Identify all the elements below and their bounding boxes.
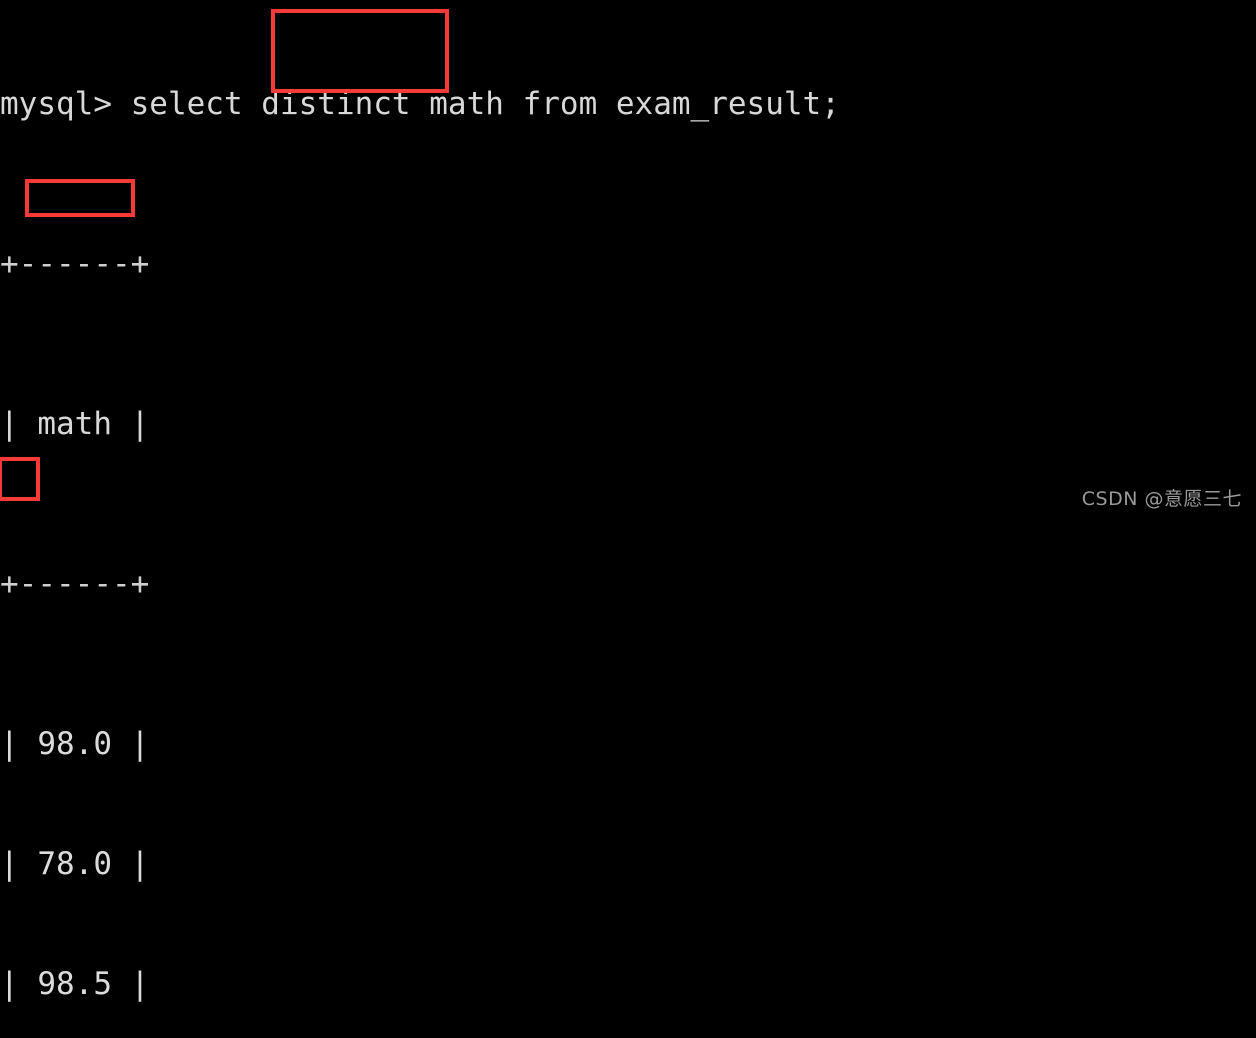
terminal-window: mysql> select distinct math from exam_re… bbox=[0, 0, 1256, 1002]
csdn-watermark: CSDN @意愿三七 bbox=[1081, 488, 1242, 510]
table-header-row: | math | bbox=[0, 406, 150, 442]
table-row: | 78.0 | bbox=[0, 846, 150, 882]
table-top-border: +------+ bbox=[0, 246, 150, 282]
sql-prompt-line: mysql> select distinct math from exam_re… bbox=[0, 86, 840, 122]
table-header-separator: +------+ bbox=[0, 566, 150, 602]
table-row: | 98.0 | bbox=[0, 726, 150, 762]
table-row: | 98.5 | bbox=[0, 966, 150, 1002]
terminal-output: mysql> select distinct math from exam_re… bbox=[0, 0, 840, 1038]
